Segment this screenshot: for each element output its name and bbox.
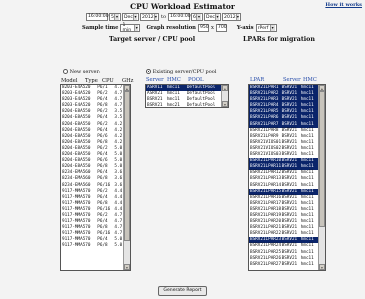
scroll-thumb[interactable] (319, 91, 325, 227)
models-cell: 9117-MMA (62, 243, 83, 249)
graph-height-input[interactable]: 700 (215, 24, 227, 32)
col-lpar[interactable]: LPAR (250, 77, 283, 83)
date-range: 16:00:00 5 ▾ Dec ▾ 2012 ▾ to 16:00:00 6 ▾ De… (86, 13, 242, 21)
sample-time-label: Sample time (82, 25, 119, 31)
pools-cell: BSRV21 (147, 103, 163, 108)
lpars-cell: BSRV21LPAR27 (250, 261, 282, 267)
lpars-row[interactable]: BSRV21LPAR27 BSRV21 hmc11 (249, 262, 318, 268)
lpars-header: LPAR Server HMC (250, 77, 321, 83)
help-link[interactable]: How it works (325, 2, 362, 8)
pools-row[interactable]: BSRV21 hmc21 DefaultPool (146, 103, 221, 108)
existing-server-option[interactable]: Existing server/CPU pool (146, 69, 216, 75)
models-cell: 5.0 (114, 243, 123, 249)
col-server[interactable]: Server (146, 77, 167, 83)
models-list[interactable]: 8203-E4A 520 P6/1 4.7 8203-E4A 520 P6/2 4.7 8203… (60, 84, 131, 271)
page-title: CPU Workload Estimator (130, 2, 235, 11)
scroll-thumb[interactable] (124, 91, 130, 241)
to-label: to (161, 14, 167, 20)
pools-cell: DefaultPool (186, 103, 216, 108)
scroll-down-icon[interactable]: ▾ (222, 101, 228, 107)
resolution-x-label: x (210, 25, 214, 31)
sample-time-select[interactable]: 1 min ▾ (120, 23, 141, 33)
to-month-select[interactable]: Dec ▾ (204, 13, 222, 21)
pools-header: Server HMC POOL (146, 77, 224, 83)
col-lpar-server[interactable]: Server (283, 77, 303, 83)
existing-server-label: Existing server/CPU pool (152, 69, 217, 75)
graph-width-input[interactable]: 950 (197, 24, 209, 32)
scroll-up-icon[interactable]: ▴ (222, 85, 228, 91)
lpars-scrollbar[interactable]: ▴ ▾ (318, 85, 325, 270)
to-time-input[interactable]: 16:00:00 (168, 13, 191, 21)
col-lpar-hmc[interactable]: HMC (303, 77, 321, 83)
from-month-select[interactable]: Dec ▾ (122, 13, 139, 21)
scroll-down-icon[interactable]: ▾ (124, 264, 130, 270)
report-options: Sample time 1 min ▾ Graph resolution 950 … (82, 23, 277, 33)
models-scrollbar[interactable]: ▴ ▾ (123, 85, 130, 270)
pools-scrollbar[interactable]: ▴ ▾ (221, 85, 228, 107)
models-row[interactable]: 9117-MMA 570 P6/8 5.0 (61, 243, 123, 249)
existing-server-radio[interactable] (146, 69, 151, 74)
generate-report-button[interactable]: Generate Report (158, 286, 207, 296)
target-section-title: Target server / CPU pool (109, 36, 196, 43)
to-day-select[interactable]: 6 ▾ (191, 13, 204, 21)
models-cell: 570 (82, 243, 91, 249)
col-pool[interactable]: POOL (188, 77, 224, 83)
lpars-cell: BSRV21 (281, 261, 298, 267)
from-year-select[interactable]: 2012 ▾ (140, 13, 159, 21)
new-server-option[interactable]: New server: (63, 69, 101, 75)
lpars-list[interactable]: BSRV21LPAR1 BSRV21 hmc11 BSRV21LPAR2 BSRV21 h… (248, 84, 326, 271)
new-server-radio[interactable] (63, 69, 68, 74)
lpars-cell: hmc11 (300, 261, 314, 267)
graph-resolution-label: Graph resolution (146, 25, 196, 31)
pools-cell: hmc21 (166, 103, 180, 108)
pools-list[interactable]: ASRV11 hmc11 DefaultPool ASRV21 hmc11 Default… (145, 84, 229, 108)
from-day-select[interactable]: 5 ▾ (109, 13, 121, 21)
from-time-input[interactable]: 16:00:00 (86, 13, 109, 21)
lpars-section-title: LPARs for migration (243, 36, 315, 43)
models-cell: P6/8 (97, 243, 108, 249)
y-axis-select[interactable]: rPerf ▾ (255, 24, 277, 32)
scroll-down-icon[interactable]: ▾ (319, 264, 325, 270)
y-axis-label: Y-axis (236, 25, 254, 31)
new-server-label: New server: (69, 69, 101, 75)
to-year-select[interactable]: 2012 ▾ (222, 13, 242, 21)
col-hmc[interactable]: HMC (167, 77, 188, 83)
